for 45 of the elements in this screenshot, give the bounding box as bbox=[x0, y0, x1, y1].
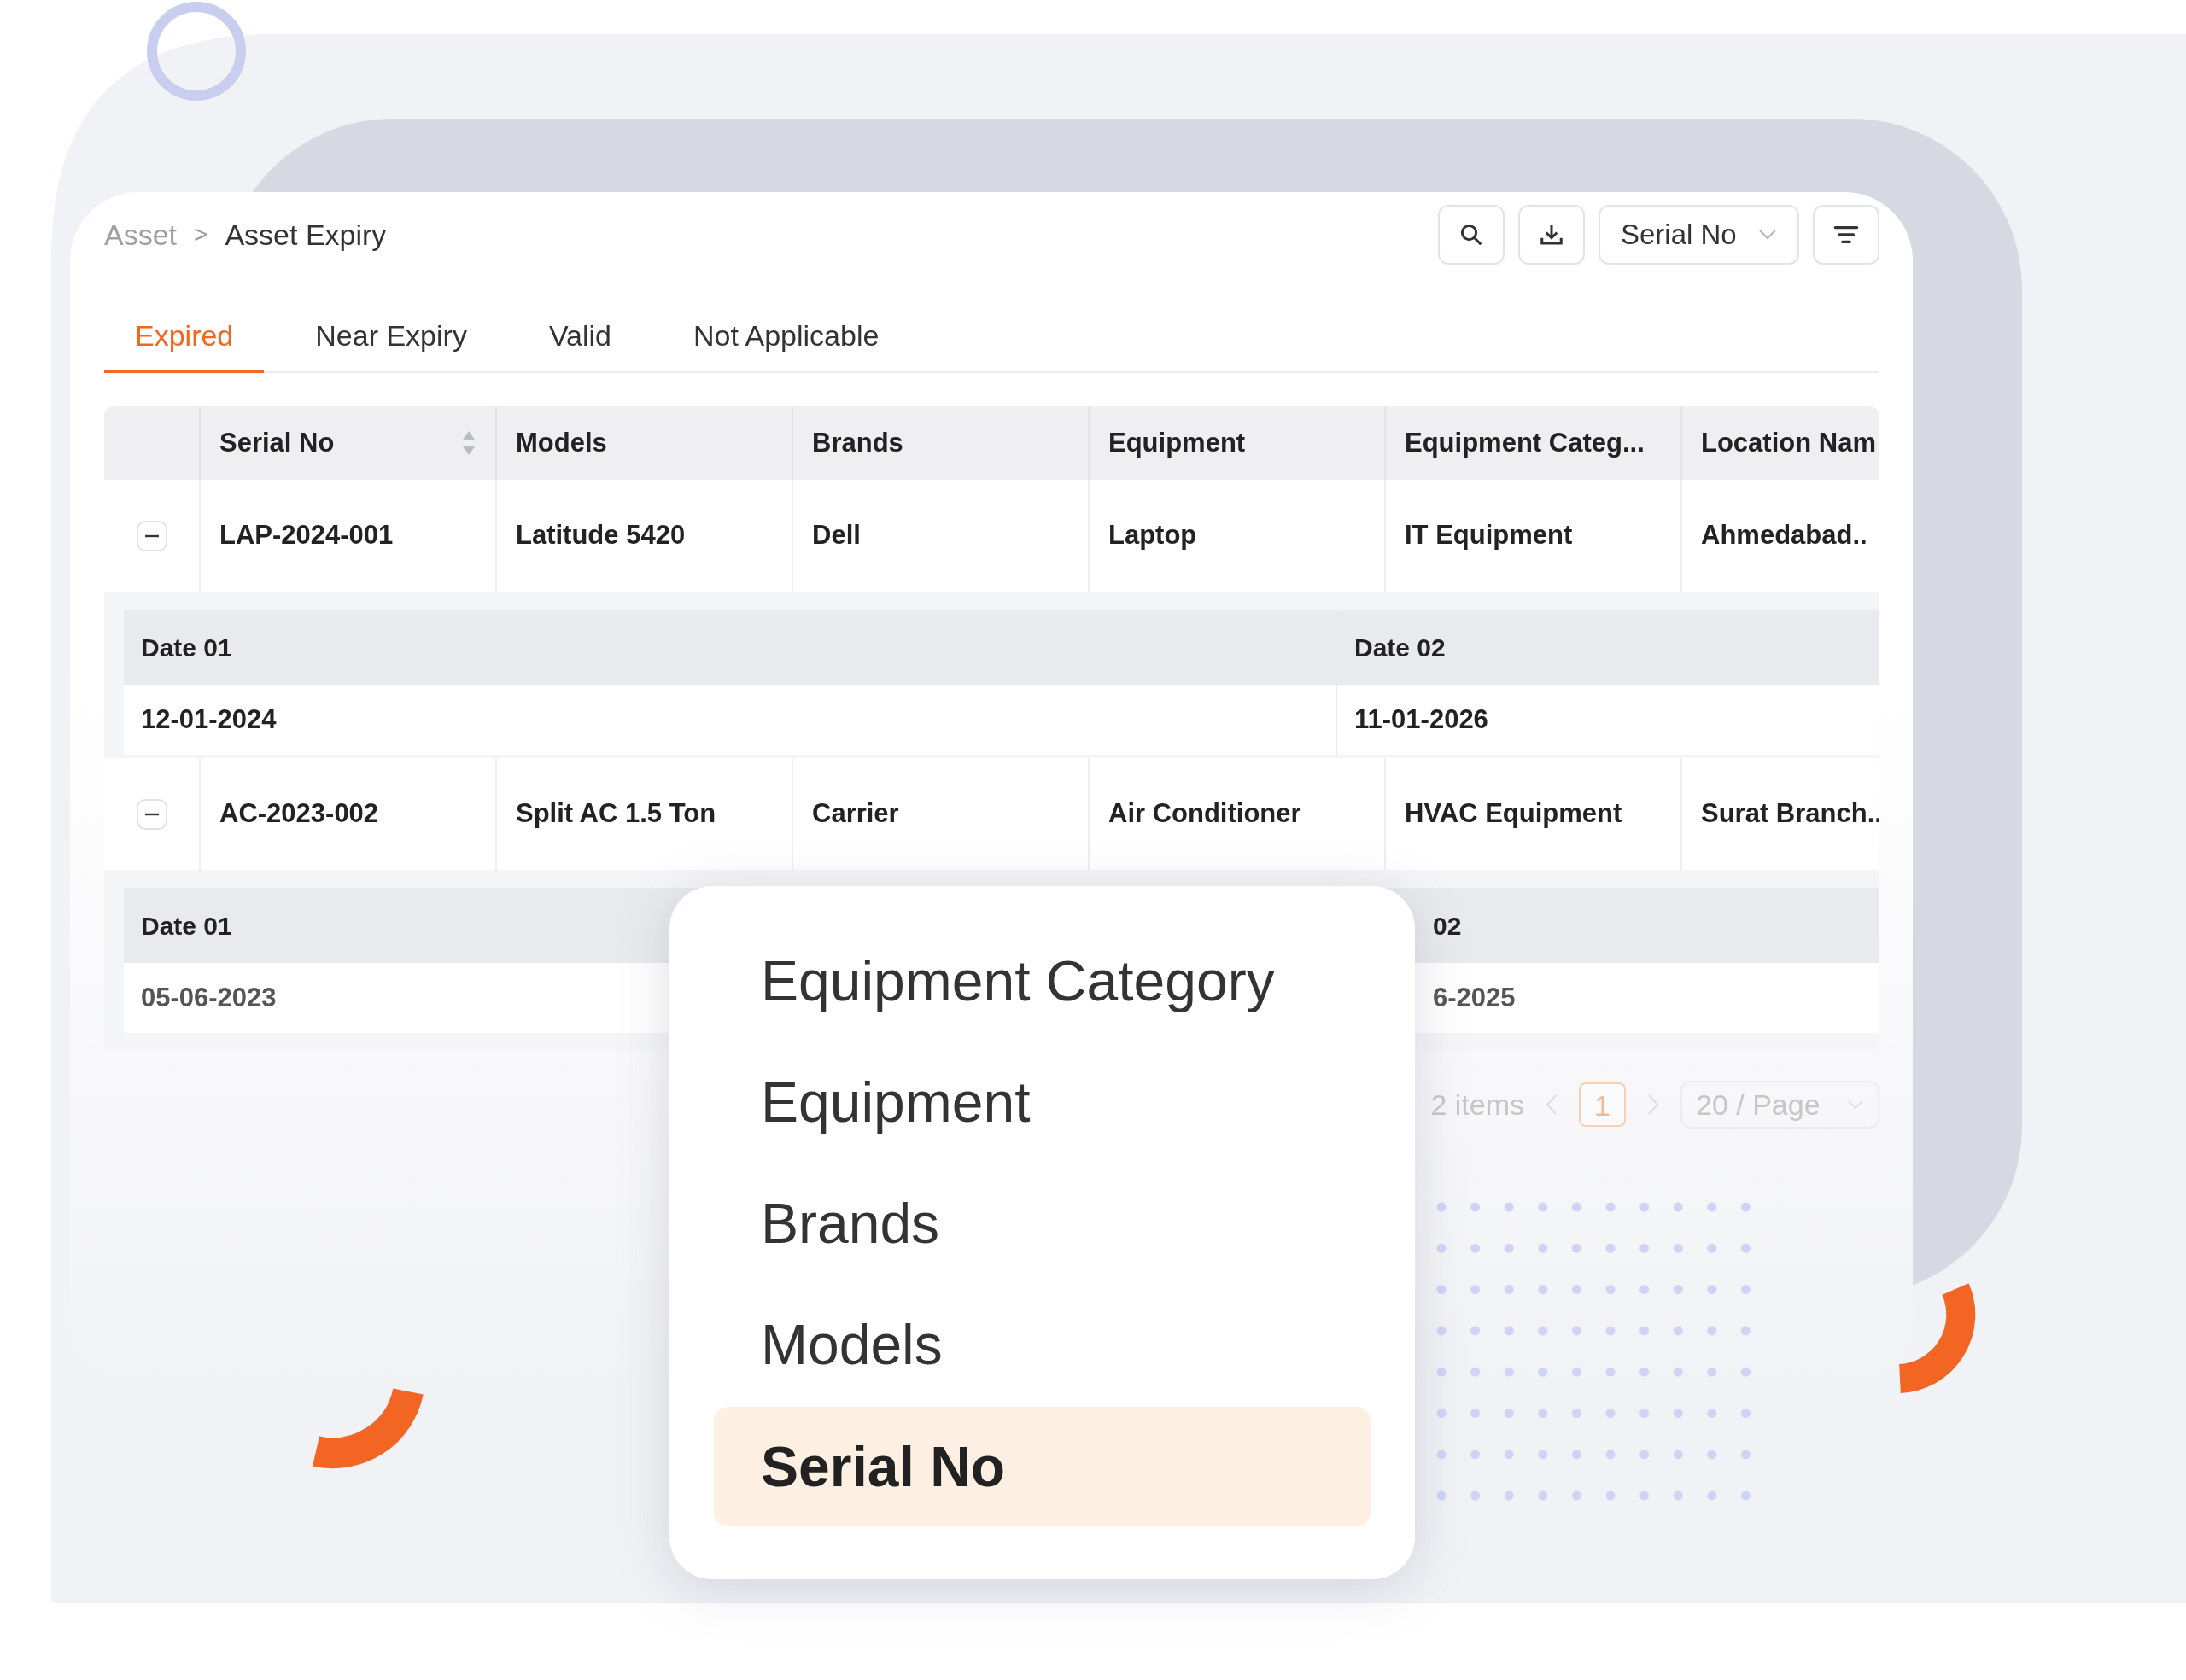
column-header: Models bbox=[516, 426, 607, 459]
table-cell-text: LAP-2024-001 bbox=[219, 519, 394, 552]
column-header: Location Nam bbox=[1701, 426, 1876, 459]
table-cell-text: IT Equipment bbox=[1405, 519, 1573, 552]
table-cell-text: Surat Branch.. bbox=[1701, 797, 1879, 831]
column-header: Serial No bbox=[219, 426, 335, 459]
dropdown-option[interactable]: Models bbox=[714, 1284, 1371, 1405]
table-cell-text: Latitude 5420 bbox=[516, 519, 686, 552]
column-header: Equipment Categ... bbox=[1405, 426, 1645, 459]
table-cell-text: Ahmedabad.. bbox=[1701, 519, 1867, 552]
table-cell-text: Air Conditioner bbox=[1108, 797, 1301, 831]
breadcrumb-item: Asset Expiry bbox=[225, 217, 387, 253]
collapse-icon[interactable] bbox=[136, 520, 167, 551]
table-cell-text: Dell bbox=[812, 519, 861, 552]
table-cell-text: Split AC 1.5 Ton bbox=[516, 797, 716, 831]
tab[interactable]: Valid bbox=[517, 302, 642, 373]
chevron-down-icon bbox=[1758, 229, 1777, 241]
detail-label: 02 bbox=[1433, 910, 1462, 942]
dropdown-option[interactable]: Equipment Category bbox=[714, 920, 1371, 1041]
detail-value: 12-01-2024 bbox=[141, 703, 277, 736]
tab[interactable]: Near Expiry bbox=[284, 302, 498, 373]
table-cell-text: AC-2023-002 bbox=[219, 797, 379, 831]
dropdown-option[interactable]: Equipment bbox=[714, 1041, 1371, 1163]
table-cell-text: Carrier bbox=[812, 797, 899, 831]
dropdown-option[interactable]: Serial No bbox=[714, 1407, 1371, 1526]
table-cell-text: Laptop bbox=[1108, 519, 1197, 552]
chevron-down-icon bbox=[1847, 1100, 1864, 1110]
breadcrumb-separator: > bbox=[194, 220, 208, 249]
detail-value: 6-2025 bbox=[1433, 981, 1516, 1014]
detail-label: Date 01 bbox=[141, 910, 232, 942]
table-cell-text: HVAC Equipment bbox=[1405, 797, 1622, 831]
detail-label: Date 01 bbox=[141, 632, 232, 663]
sort-select[interactable]: Serial No bbox=[1599, 205, 1799, 265]
column-header: Equipment bbox=[1108, 426, 1246, 459]
column-header: Brands bbox=[812, 426, 903, 459]
detail-value: 05-06-2023 bbox=[141, 981, 277, 1014]
tab[interactable]: Not Applicable bbox=[663, 302, 910, 373]
detail-value: 11-01-2026 bbox=[1354, 703, 1488, 736]
collapse-icon[interactable] bbox=[136, 798, 167, 830]
download-button[interactable] bbox=[1518, 205, 1585, 265]
detail-label: Date 02 bbox=[1354, 632, 1446, 663]
dropdown-option[interactable]: Brands bbox=[714, 1163, 1371, 1284]
search-button[interactable] bbox=[1438, 205, 1505, 265]
search-icon bbox=[1458, 222, 1484, 248]
filter-button[interactable] bbox=[1813, 205, 1879, 265]
